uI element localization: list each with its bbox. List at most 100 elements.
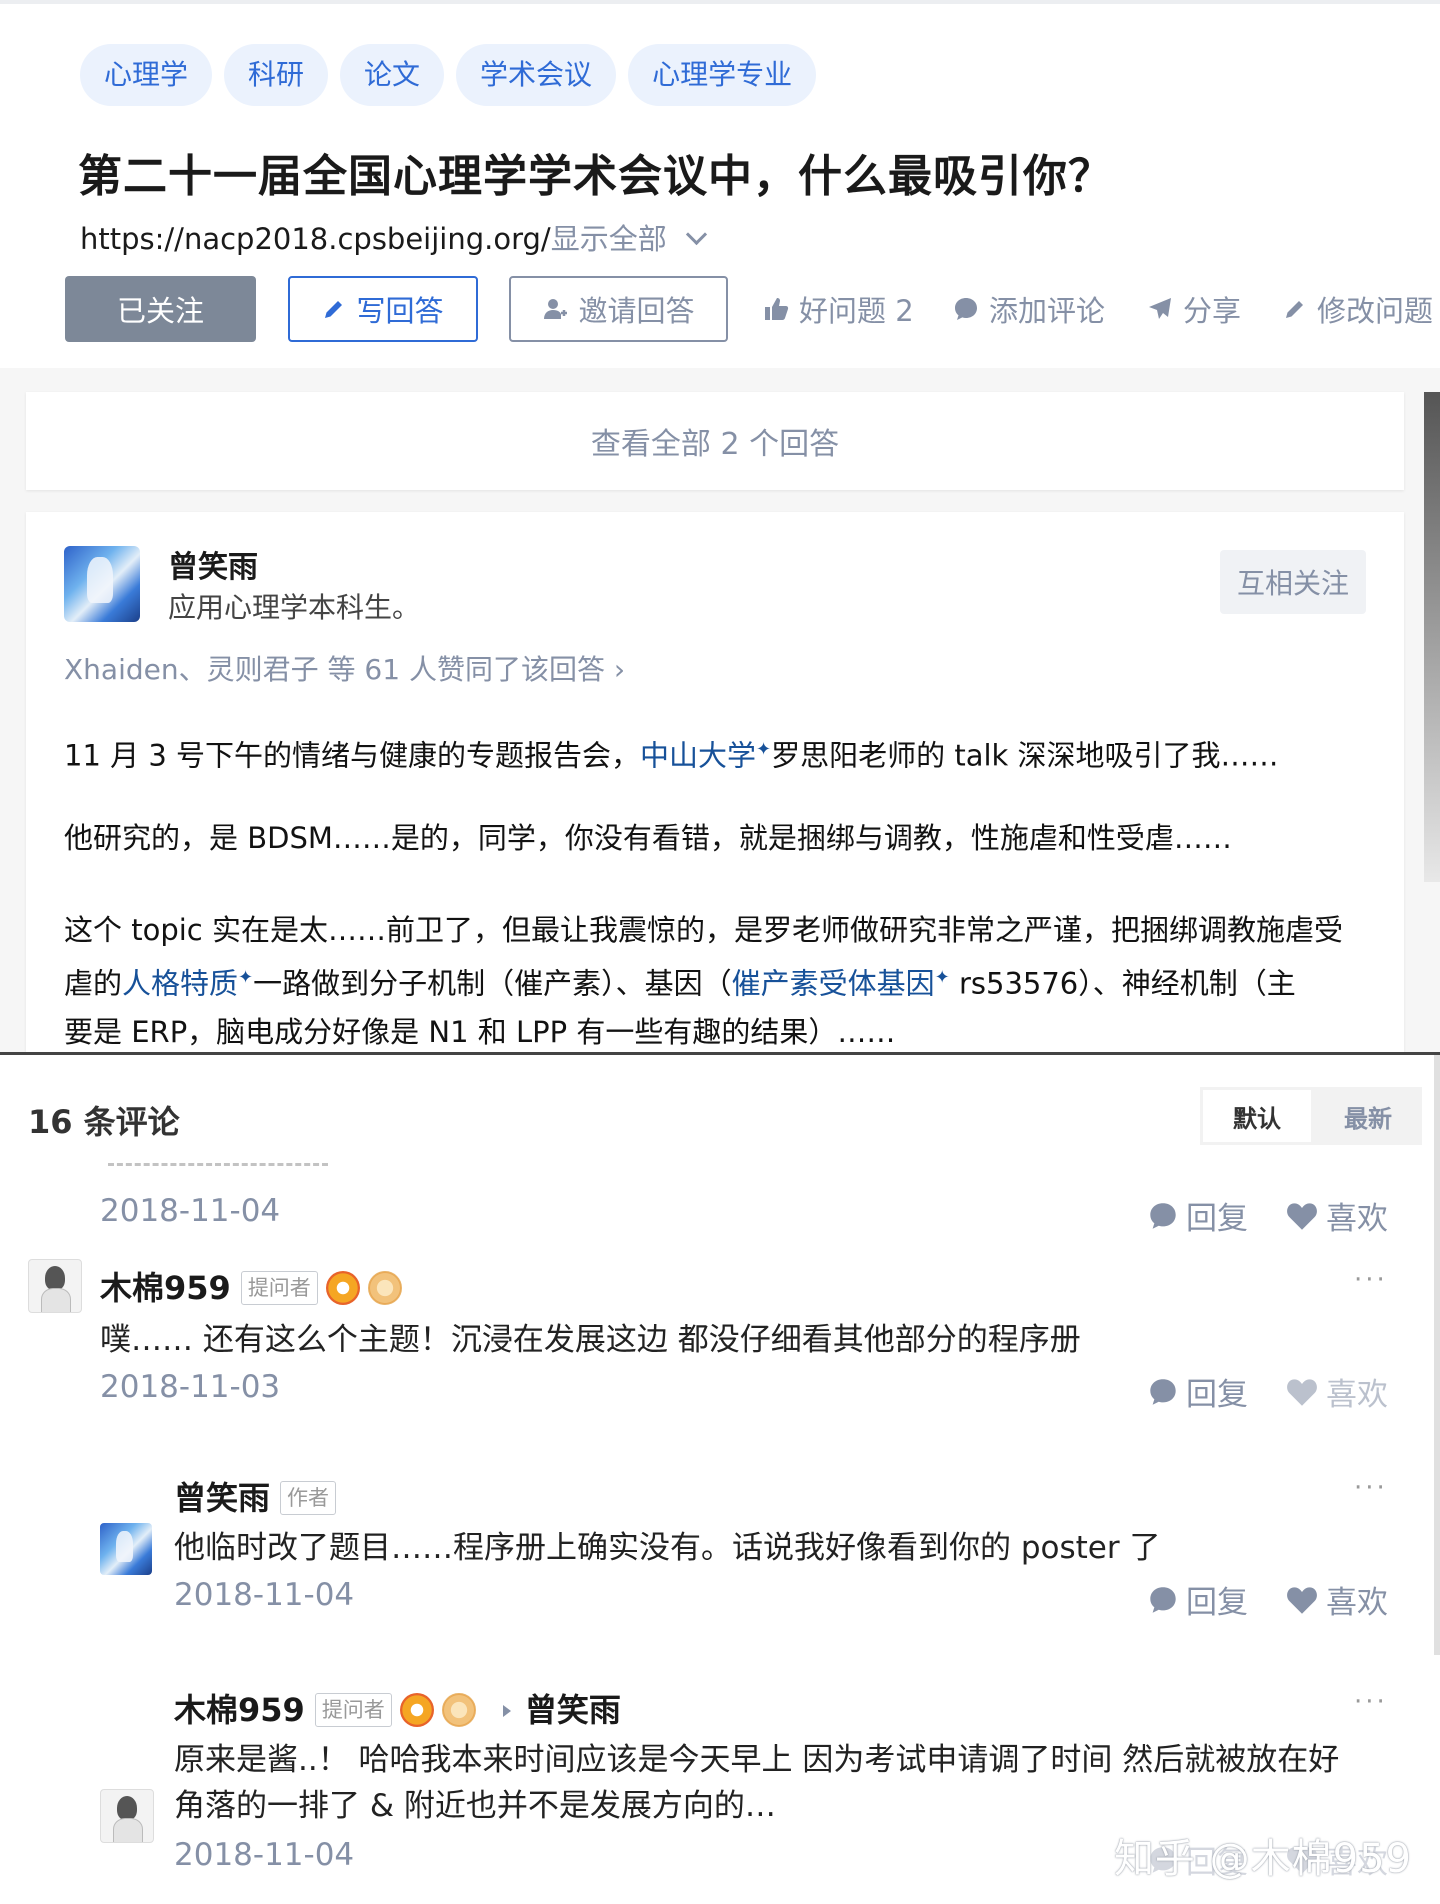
oxytocin-receptor-link[interactable]: 催产素受体基因 [732,967,935,1001]
like-label: 喜欢 [1326,1377,1388,1413]
asker-badge: 提问者 [240,1271,318,1305]
topic-tag[interactable]: 心理学专业 [628,44,817,106]
author-avatar[interactable] [64,546,140,622]
sort-latest-tab[interactable]: 最新 [1314,1087,1422,1145]
commenter-avatar[interactable] [100,1789,154,1843]
answer-paragraph-1: 11 月 3 号下午的情绪与健康的专题报告会，中山大学✦罗思阳老师的 talk … [64,726,1279,780]
more-options-icon[interactable]: ··· [1354,1687,1388,1717]
voters-summary[interactable]: Xhaiden、灵则君子 等 61 人赞同了该回答 › [64,648,625,688]
reply-button[interactable]: 回复 [1148,1577,1248,1622]
topic-tag[interactable]: 心理学 [80,44,213,106]
comment-bubble-icon [955,298,977,320]
link-mark: ✦ [756,739,772,760]
edit-question-button[interactable]: 修改问题 [1283,276,1433,342]
medal-icon [399,1693,434,1727]
edit-question-label: 修改问题 [1317,294,1434,328]
comment-text: 他临时改了题目……程序册上确实没有。话说我好像看到你的 poster 了 [174,1530,1161,1566]
paper-plane-icon [1149,298,1171,319]
link-mark: ✦ [934,967,950,988]
followed-button[interactable]: 已关注 [65,276,256,342]
author-bio: 应用心理学本科生。 [168,591,421,624]
comment-date: 2018-11-04 [174,1837,355,1873]
zhongshan-university-link[interactable]: 中山大学 [640,739,756,773]
comment-text-line: 原来是酱..！ 哈哈我本来时间应该是今天早上 因为考试申请调了时间 然后就被放在… [174,1742,1340,1778]
topic-tag[interactable]: 论文 [340,44,445,106]
comment-bubble-icon [1150,1202,1176,1229]
reply-button[interactable]: 回复 [1148,1369,1248,1414]
scrollbar[interactable] [1434,1055,1440,1655]
truncated-comment-text [108,1163,328,1172]
comment-header: 曾笑雨 作者 [174,1473,337,1519]
commenter-name[interactable]: 曾笑雨 [174,1479,270,1517]
more-options-icon[interactable]: ··· [1354,1473,1388,1503]
add-comment-button[interactable]: 添加评论 [953,276,1105,342]
answer-text: 一路做到分子机制（催产素）、基因（ [253,966,732,1001]
reply-label: 回复 [1186,1377,1248,1413]
invite-answer-label: 邀请回答 [578,294,695,328]
comment-date: 2018-11-03 [100,1369,281,1405]
show-all-link[interactable]: 显示全部 [551,222,667,256]
link-mark: ✦ [238,967,254,988]
answer-text: 要是 ERP，脑电成分好像是 N1 和 LPP 有一些有趣的结果）…… [64,1014,896,1049]
comment-bubble-icon [1150,1586,1176,1613]
answer-text: 虐的 [64,966,123,1001]
topic-tags: 心理学 科研 论文 学术会议 心理学专业 [80,44,817,106]
answer-text: rs53576）、神经机制（主 [949,966,1296,1001]
reply-label: 回复 [1186,1201,1248,1237]
asker-badge: 提问者 [314,1693,392,1727]
invite-user-icon [544,299,568,319]
like-button[interactable]: 喜欢 [1286,1193,1388,1238]
reply-label: 回复 [1186,1585,1248,1621]
comment-bubble-icon [1150,1378,1176,1405]
comment-text: 噗…… 还有这么个主题！沉浸在发展这边 都没仔细看其他部分的程序册 [100,1322,1081,1358]
topic-tag[interactable]: 学术会议 [456,44,617,106]
comment-text: 原来是酱..！ 哈哈我本来时间应该是今天早上 因为考试申请调了时间 然后就被放在… [174,1737,1339,1829]
commenter-avatar[interactable] [28,1259,82,1313]
write-answer-label: 写回答 [356,294,444,328]
answer-card: 曾笑雨 应用心理学本科生。 互相关注 Xhaiden、灵则君子 等 61 人赞同… [26,512,1404,1052]
answer-text: 11 月 3 号下午的情绪与健康的专题报告会， [64,738,641,773]
commenter-name[interactable]: 木棉959 [100,1269,231,1307]
heart-icon [1287,1378,1317,1406]
comment-text-line: 角落的一排了 & 附近也并不是发展方向的… [174,1788,776,1824]
answer-text: 这个 topic 实在是太……前卫了，但最让我震惊的，是罗老师做研究非常之严谨，… [64,913,1343,947]
sort-default-tab[interactable]: 默认 [1203,1090,1311,1142]
comments-panel: 16 条评论 默认 最新 2018-11-04 回复 喜欢 木棉959 提问者 ·… [0,1055,1440,1904]
comment-header: 木棉959 提问者 [100,1263,402,1309]
achievement-icon [441,1693,476,1727]
topic-tag[interactable]: 科研 [224,44,329,106]
comment-sort-toggle: 默认 最新 [1200,1087,1422,1145]
reply-button[interactable]: 回复 [1148,1193,1248,1238]
question-detail: https://nacp2018.cpsbeijing.org/显示全部 [80,216,707,258]
view-all-answers-button[interactable]: 查看全部 2 个回答 [26,392,1404,490]
answer-text: 罗思阳老师的 talk 深深地吸引了我…… [771,738,1279,773]
commenter-name[interactable]: 木棉959 [174,1691,305,1729]
followed-label: 已关注 [116,294,204,328]
scrollbar[interactable] [1424,392,1440,882]
good-question-button[interactable]: 好问题 2 [763,276,914,342]
like-button[interactable]: 喜欢 [1286,1369,1388,1414]
invite-answer-button[interactable]: 邀请回答 [509,276,728,342]
reply-to-name[interactable]: 曾笑雨 [525,1691,621,1729]
share-button[interactable]: 分享 [1147,276,1241,342]
mutual-follow-button[interactable]: 互相关注 [1220,550,1366,614]
author-badge: 作者 [280,1481,337,1515]
comment-date: 2018-11-04 [174,1577,355,1613]
add-comment-label: 添加评论 [989,294,1106,328]
heart-icon [1287,1586,1317,1614]
comments-count-title: 16 条评论 [28,1103,180,1141]
chevron-down-icon[interactable] [685,223,707,246]
pencil-icon [1286,301,1303,318]
more-options-icon[interactable]: ··· [1354,1265,1388,1295]
watermark: 知乎 @木棉959 [1113,1836,1412,1882]
reply-arrow-icon [502,1705,511,1717]
heart-icon [1287,1202,1317,1230]
answer-text: 虐的人格特质✦一路做到分子机制（催产素）、基因（催产素受体基因✦ rs53576… [64,954,1343,1008]
write-answer-button[interactable]: 写回答 [288,276,478,342]
personality-trait-link[interactable]: 人格特质 [122,967,238,1001]
answer-paragraph-2: 他研究的，是 BDSM……是的，同学，你没有看错，就是捆绑与调教，性施虐和性受虐… [64,821,1232,855]
like-button[interactable]: 喜欢 [1286,1577,1388,1622]
author-name[interactable]: 曾笑雨 [168,542,258,586]
commenter-avatar[interactable] [100,1523,152,1575]
question-link[interactable]: https://nacp2018.cpsbeijing.org/ [80,222,551,256]
